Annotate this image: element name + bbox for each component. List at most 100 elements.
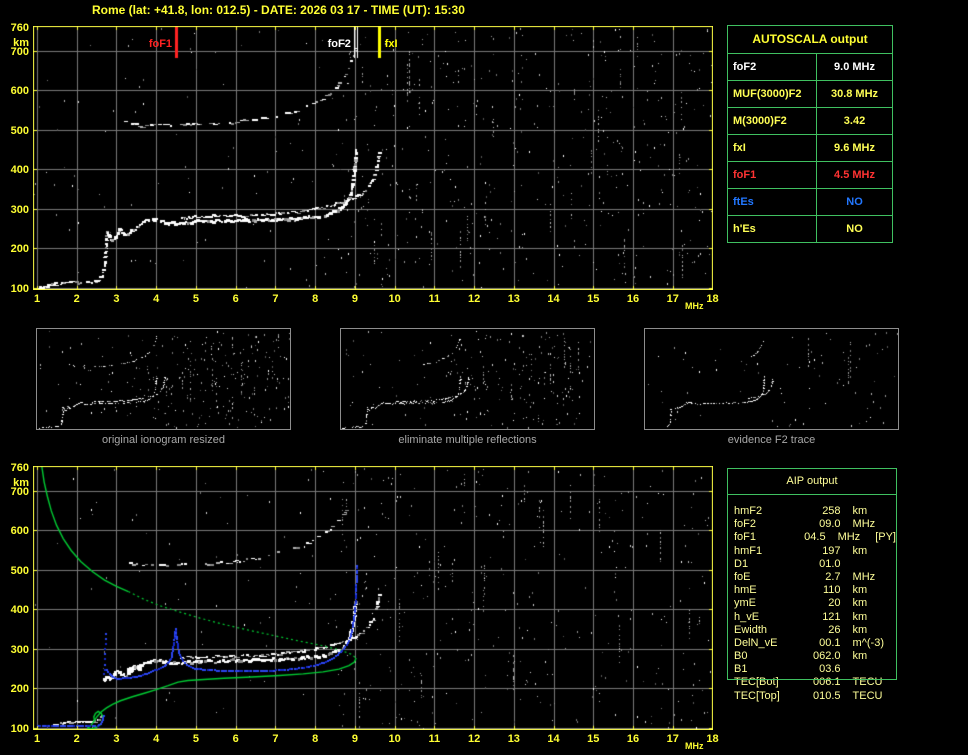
profile-ionogram-canvas (33, 466, 713, 730)
parameter-name: fxI (728, 135, 817, 161)
x-tick-label: 17 (666, 733, 679, 745)
aip-row-hmF1: hmF1 197 km (728, 545, 896, 558)
panel-caption-original: original ionogram resized (102, 434, 225, 446)
aip-unit: km (852, 505, 868, 517)
aip-extra: [PY] (875, 531, 896, 544)
aip-value: 03.6 (819, 663, 841, 676)
aip-value: 197 (822, 544, 841, 557)
y-tick-label: 500 (10, 564, 29, 577)
aip-name: hmF1 (734, 544, 763, 557)
aip-extra (894, 637, 896, 650)
x-tick-label: 1 (33, 733, 41, 745)
parameter-value: 9.6 MHz (834, 142, 875, 154)
y-tick-label: 300 (10, 203, 29, 216)
autoscala-screen: Rome (lat: +41.8, lon: 012.5) - DATE: 20… (0, 0, 968, 755)
marker-label-foF2: foF2 (327, 38, 351, 50)
x-tick-label: 13 (507, 293, 520, 305)
x-tick-label: 15 (587, 293, 600, 305)
aip-row-hmF2: hmF2 258 km (728, 505, 896, 518)
marker-label-fxI: fxI (384, 38, 398, 50)
aip-unit: TECU (852, 689, 883, 702)
x-tick-label: 5 (192, 733, 199, 745)
x-tick-label: 13 (507, 733, 520, 745)
aip-name: Ewidth (734, 623, 768, 636)
aip-row-h_vE: h_vE 121 km (728, 611, 896, 624)
autoscala-row-ftEs: ftEs NO (728, 188, 892, 215)
x-tick-label: 12 (467, 733, 481, 745)
x-tick-label: 7 (272, 293, 279, 305)
autoscala-row-MUF(3000)F2: MUF(3000)F2 30.8 MHz (728, 80, 892, 107)
y-tick-label: 500 (10, 124, 29, 137)
aip-unit: km (852, 584, 868, 597)
x-tick-label: 9 (351, 733, 358, 745)
aip-value: 110 (823, 584, 841, 597)
aip-row-TEC[Top]: TEC[Top] 010.5 TECU (728, 690, 896, 703)
x-tick-label: 2 (73, 293, 80, 305)
y-tick-label: 600 (10, 85, 29, 98)
autoscala-row-foF2: foF2 9.0 MHz (728, 53, 892, 80)
aip-value: 121 (822, 610, 841, 623)
aip-name: D1 (734, 557, 749, 570)
profile-x-unit-label: MHz (685, 741, 704, 751)
aip-unit (841, 558, 894, 571)
aip-extra (894, 624, 896, 637)
x-tick-label: 8 (312, 293, 319, 305)
parameter-name: foF2 (728, 54, 817, 80)
parameter-name: M(3000)F2 (728, 108, 817, 134)
x-tick-label: 4 (153, 293, 160, 305)
aip-name: B1 (734, 663, 748, 676)
x-tick-label: 14 (547, 293, 560, 305)
aip-value: 20 (828, 597, 841, 610)
autoscala-table-rows: foF2 9.0 MHz MUF(3000)F2 30.8 MHz M(3000)F2 3… (728, 53, 892, 242)
aip-name: ymE (734, 597, 756, 610)
x-tick-label: 17 (666, 293, 679, 305)
marker-label-foF1: foF1 (148, 38, 173, 50)
x-tick-label: 10 (388, 733, 401, 745)
autoscala-row-M(3000)F2: M(3000)F2 3.42 (728, 107, 892, 134)
aip-extra (894, 558, 896, 571)
aip-value: 2.7 (825, 570, 841, 583)
aip-row-B0: B0 062.0 km (728, 650, 896, 663)
aip-extra (894, 663, 896, 676)
y-tick-label: 200 (10, 683, 29, 696)
main-x-unit-label: MHz (685, 301, 704, 311)
x-tick-label: 3 (113, 733, 120, 745)
aip-unit: MHz (852, 570, 876, 583)
y-tick-label: 600 (10, 525, 29, 538)
aip-output-table: AIP output hmF2 258 km foF2 09.0 MHz foF1 04.5 M… (727, 468, 897, 706)
y-tick-label: 760 (10, 22, 29, 34)
x-tick-label: 16 (626, 293, 640, 305)
aip-unit: MHz (837, 531, 861, 544)
x-tick-label: 18 (706, 293, 719, 305)
aip-unit (841, 663, 894, 676)
aip-value: 062.0 (813, 650, 841, 663)
aip-row-Ewidth: Ewidth 26 km (728, 624, 896, 637)
autoscala-table-title: AUTOSCALA output (752, 32, 868, 46)
x-tick-label: 12 (467, 293, 481, 305)
aip-row-foE: foE 2.7 MHz (728, 571, 896, 584)
parameter-name: MUF(3000)F2 (728, 81, 817, 107)
parameter-value: NO (846, 223, 863, 235)
aip-extra (894, 676, 896, 689)
aip-row-ymE: ymE 20 km (728, 597, 896, 610)
aip-name: hmF2 (734, 505, 763, 517)
page-title: Rome (lat: +41.8, lon: 012.5) - DATE: 20… (92, 3, 465, 17)
aip-name: B0 (734, 650, 748, 663)
y-tick-label: 100 (10, 283, 29, 296)
aip-unit: km (852, 623, 868, 636)
aip-extra (894, 650, 896, 663)
parameter-name: foF1 (728, 162, 817, 188)
aip-row-foF2: foF2 09.0 MHz (728, 518, 896, 531)
main-ionogram-canvas (33, 26, 713, 290)
autoscala-output-table: AUTOSCALA output foF2 9.0 MHz MUF(3000)F2 3… (727, 25, 893, 243)
aip-unit: km (852, 597, 868, 610)
y-tick-label: 400 (10, 164, 29, 177)
aip-value: 258 (822, 505, 841, 517)
aip-table-title: AIP output (728, 469, 896, 495)
y-tick-label: 300 (10, 643, 29, 656)
aip-name: TEC[Top] (734, 689, 780, 702)
profile-y-unit-label: km (13, 477, 29, 489)
aip-extra (894, 690, 896, 703)
x-tick-label: 6 (232, 293, 239, 305)
x-tick-label: 10 (388, 293, 401, 305)
